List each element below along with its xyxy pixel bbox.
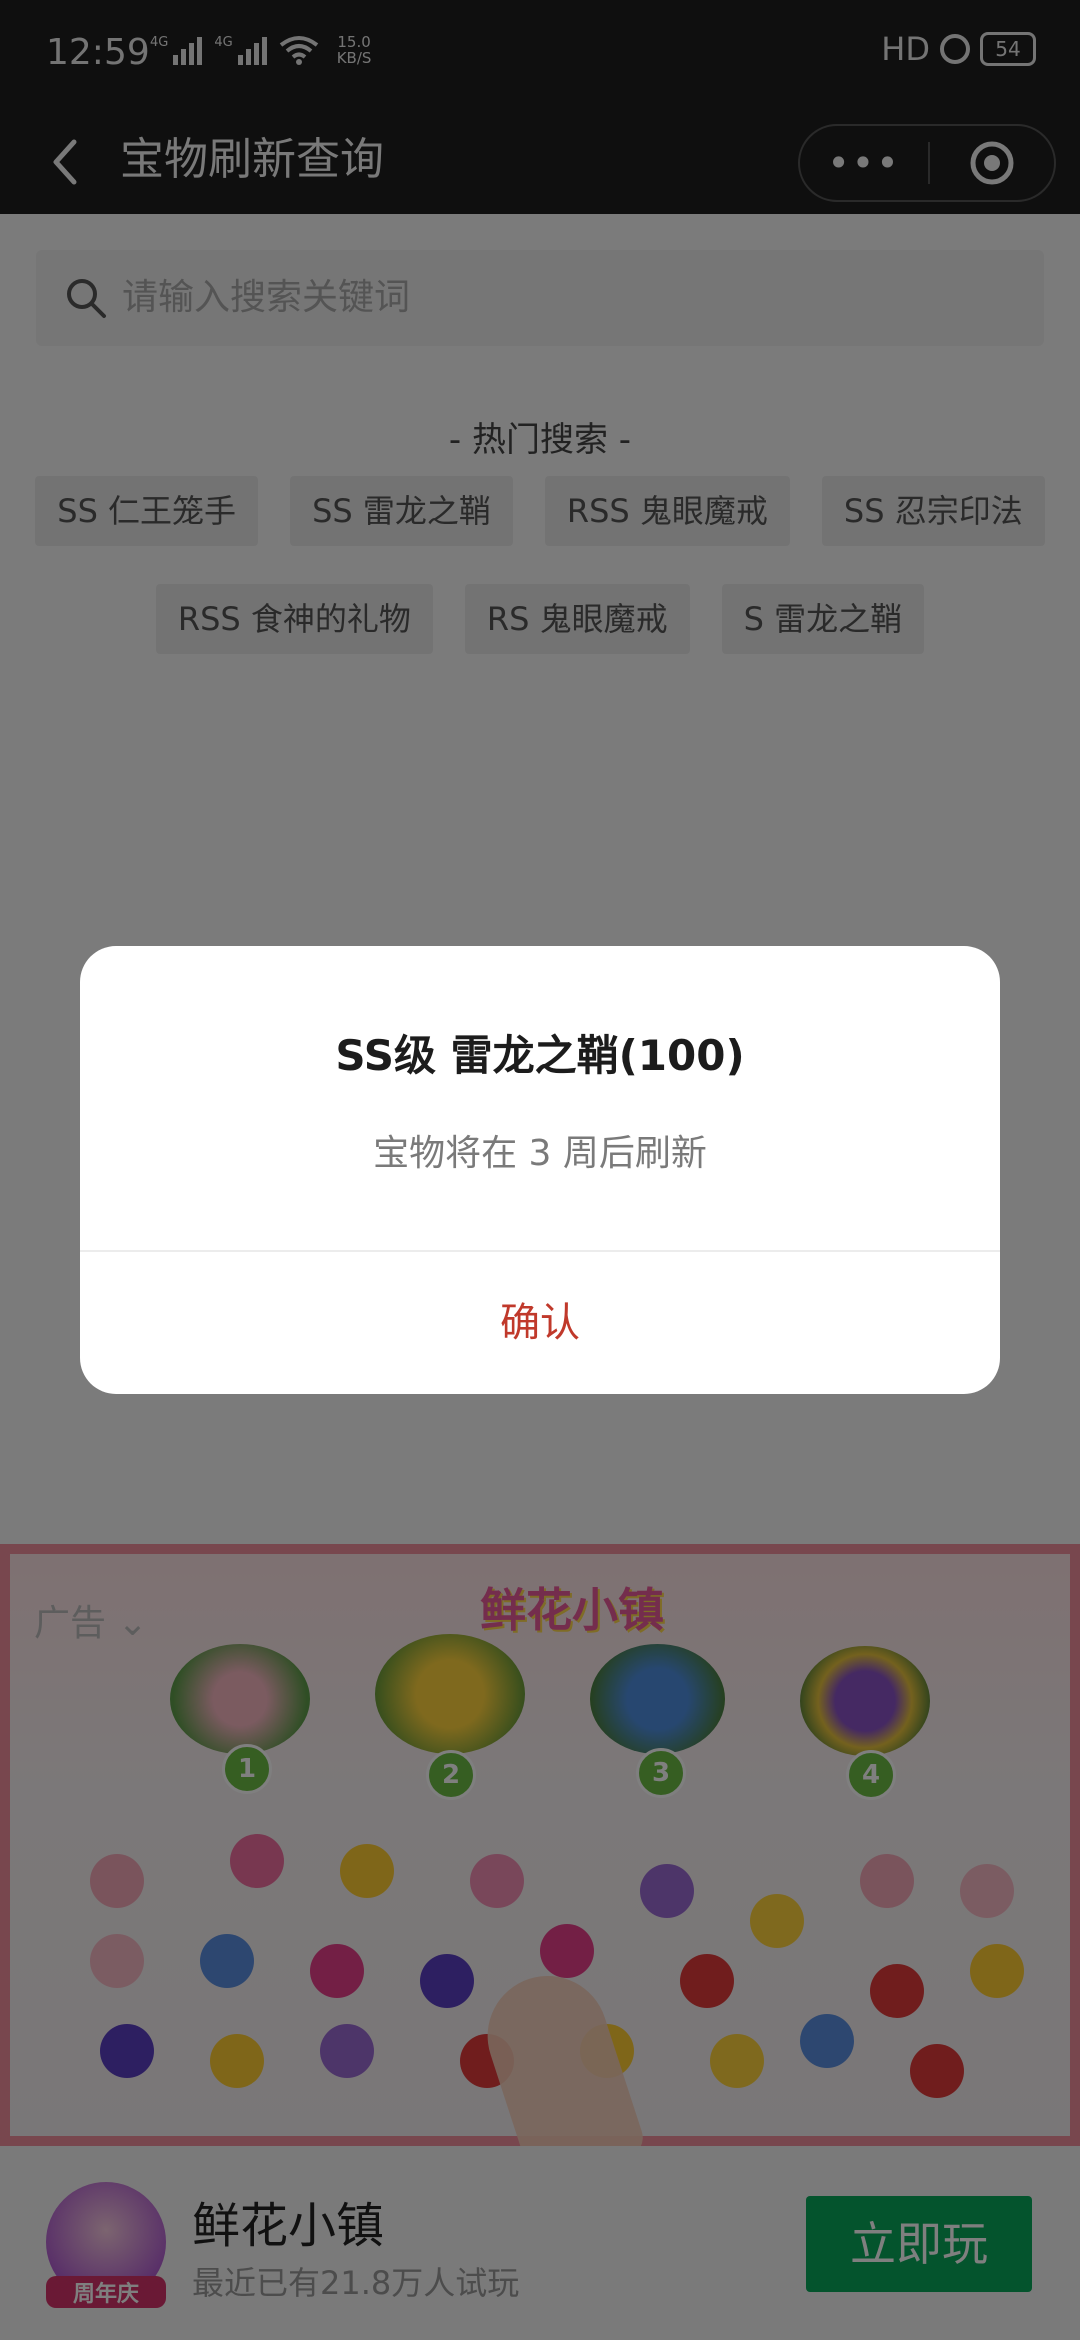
modal-dialog: SS级 雷龙之鞘(100) 宝物将在 3 周后刷新 确认 bbox=[80, 946, 1000, 1394]
dialog-message: 宝物将在 3 周后刷新 bbox=[373, 1133, 707, 1174]
confirm-button[interactable]: 确认 bbox=[80, 1252, 1000, 1394]
dialog-title: SS级 雷龙之鞘(100) bbox=[335, 1031, 745, 1080]
